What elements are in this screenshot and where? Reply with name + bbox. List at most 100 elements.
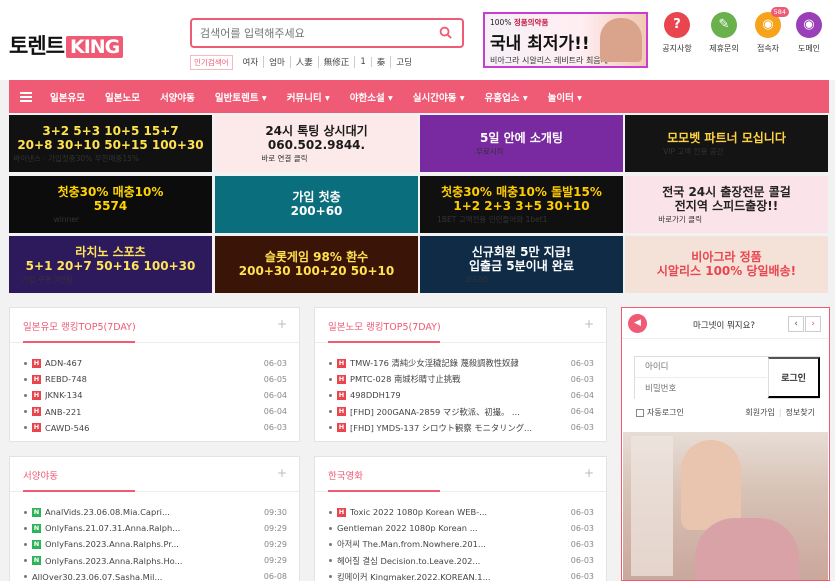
post-title[interactable]: CAWD-546 <box>45 423 258 433</box>
panel-title[interactable]: 한국영화 <box>328 468 363 482</box>
ad-banner[interactable]: 비아그라 정품 시알리스 100% 당일배송! <box>625 236 828 293</box>
nav-item-general-torrent[interactable]: 일반토렌트 ▾ <box>205 90 277 104</box>
quick-link-visitors[interactable]: ◉ 584 접속자 <box>748 7 789 54</box>
search-icon[interactable] <box>439 26 452 39</box>
sidebar-ad-image[interactable] <box>623 432 828 580</box>
more-icon[interactable]: + <box>584 466 594 480</box>
nav-item-jav-censored[interactable]: 일본유모 <box>40 90 95 104</box>
list-item[interactable]: 아저씨 The.Man.from.Nowhere.201... 06-03 <box>329 536 594 552</box>
more-icon[interactable]: + <box>584 317 594 331</box>
more-icon[interactable]: + <box>277 317 287 331</box>
post-title[interactable]: Gentleman 2022 1080p Korean ... <box>337 523 565 533</box>
popular-keyword[interactable]: 1 <box>355 57 372 67</box>
post-title[interactable]: OnlyFans.21.07.31.Anna.Ralph... <box>45 523 258 533</box>
post-title[interactable]: 498DDH179 <box>350 390 565 400</box>
list-item[interactable]: H JKNK-134 06-04 <box>24 387 287 403</box>
list-item[interactable]: H [FHD] YMDS-137 シロウト観察 モニタリング... 06-03 <box>329 420 594 436</box>
nav-item-community[interactable]: 커뮤니티 ▾ <box>277 90 340 104</box>
ad-banner[interactable]: 24시 톡팅 상시대기 060.502.9844. 바로 연결 클릭 <box>215 115 418 172</box>
ad-banner[interactable]: 5일 안에 소개팅 무료시작 <box>420 115 623 172</box>
list-item[interactable]: H 498DDH179 06-04 <box>329 387 594 403</box>
list-item[interactable]: AllOver30.23.06.07.Sasha.Mil... 06-08 <box>24 569 287 581</box>
quick-link-partnership[interactable]: ✎ 제휴문의 <box>704 12 744 54</box>
panel-title[interactable]: 일본유모 랭킹TOP5(7DAY) <box>23 319 136 333</box>
list-item[interactable]: N OnlyFans.2023.Anna.Ralphs.Pr... 09:29 <box>24 536 287 552</box>
list-item[interactable]: H REBD-748 06-05 <box>24 371 287 387</box>
ad-banner[interactable]: 슬롯게임 98% 환수 200+30 100+20 50+10 <box>215 236 418 293</box>
more-icon[interactable]: + <box>277 466 287 480</box>
new-badge: N <box>32 523 41 533</box>
panel-korean-movies: 한국영화 + H Toxic 2022 1080p Korean WEB-... 0… <box>314 456 607 581</box>
post-title[interactable]: ANB-221 <box>45 407 258 417</box>
list-item[interactable]: H [FHD] 200GANA-2859 マジ軟派、初撮。 ... 06-04 <box>329 404 594 420</box>
post-title[interactable]: PMTC-028 南城杉睛寸止挑戰 <box>350 373 565 385</box>
popular-keyword[interactable]: 고딩 <box>391 56 417 68</box>
post-title[interactable]: AllOver30.23.06.07.Sasha.Mil... <box>32 572 258 581</box>
next-arrow-icon[interactable]: › <box>805 316 821 332</box>
list-item[interactable]: H ADN-467 06-03 <box>24 355 287 371</box>
quick-link-domain[interactable]: ◉ 도메인 <box>789 12 829 54</box>
post-title[interactable]: 아저씨 The.Man.from.Nowhere.201... <box>337 538 565 550</box>
post-title[interactable]: [FHD] YMDS-137 シロウト観察 モニタリング... <box>350 422 565 434</box>
ad-banner[interactable]: 라치노 스포츠 5+1 20+7 50+16 100+30 가입 쿠폰 3만원 <box>9 236 212 293</box>
ad-banner[interactable]: 신규회원 5만 지급! 입출금 5분이내 완료 코드65 <box>420 236 623 293</box>
top-ad-banner[interactable]: 100% 정품의약품 국내 최저가!! 비아그라 시알리스 레비트라 최음제 <box>483 12 648 68</box>
post-title[interactable]: OnlyFans.2023.Anna.Ralphs.Ho... <box>45 556 258 566</box>
post-title[interactable]: AnalVids.23.06.08.Mia.Capri... <box>45 507 258 517</box>
login-button[interactable]: 로그인 <box>768 357 820 398</box>
ad-banner[interactable]: 모모벳 파트너 모십니다 VIP 고액 전용 공간 <box>625 115 828 172</box>
post-title[interactable]: JKNK-134 <box>45 390 258 400</box>
post-title[interactable]: TMW-176 清純少女淫穢記錄 蔑殺調教性奴隷 <box>350 357 565 369</box>
nav-item-entertainment[interactable]: 유흥업소 ▾ <box>475 90 538 104</box>
post-title[interactable]: [FHD] 200GANA-2859 マジ軟派、初撮。 ... <box>350 406 565 418</box>
list-item[interactable]: N AnalVids.23.06.08.Mia.Capri... 09:30 <box>24 504 287 520</box>
post-title[interactable]: REBD-748 <box>45 374 258 384</box>
popular-keyword[interactable]: 여자 <box>238 56 265 68</box>
nav-item-western[interactable]: 서양야동 <box>150 90 205 104</box>
top-ad-products: 비아그라 시알리스 레비트라 최음제 <box>490 56 609 65</box>
post-title[interactable]: ADN-467 <box>45 358 258 368</box>
ad-banner[interactable]: 첫충30% 매충10% 돌발15% 1+2 2+3 3+5 30+10 1BET … <box>420 176 623 233</box>
menu-icon[interactable] <box>20 91 32 102</box>
login-notice-title[interactable]: 마그넷이 뭐지요? <box>693 319 755 331</box>
site-logo[interactable]: 토렌트 KING <box>9 30 124 60</box>
panel-title[interactable]: 일본노모 랭킹TOP5(7DAY) <box>328 319 441 333</box>
panel-title[interactable]: 서양야동 <box>23 468 58 482</box>
list-item[interactable]: H Toxic 2022 1080p Korean WEB-... 06-03 <box>329 504 594 520</box>
post-title[interactable]: 헤어질 결심 Decision.to.Leave.202... <box>337 555 565 567</box>
post-title[interactable]: OnlyFans.2023.Anna.Ralphs.Pr... <box>45 539 258 549</box>
nav-item-playground[interactable]: 놀이터 ▾ <box>538 90 592 104</box>
list-item[interactable]: H ANB-221 06-04 <box>24 404 287 420</box>
popular-keyword[interactable]: 秦 <box>372 56 392 68</box>
password-field[interactable] <box>635 378 767 399</box>
search-input[interactable] <box>200 24 430 43</box>
nav-item-live[interactable]: 실시간야동 ▾ <box>403 90 475 104</box>
join-link[interactable]: 회원가입 <box>745 408 774 417</box>
find-account-link[interactable]: 정보찾기 <box>786 408 815 417</box>
post-title[interactable]: Toxic 2022 1080p Korean WEB-... <box>350 507 565 517</box>
ad-banner[interactable]: 첫충30% 매충10% 5574 winner <box>9 176 212 233</box>
nav-item-novels[interactable]: 야한소설 ▾ <box>340 90 403 104</box>
list-item[interactable]: Gentleman 2022 1080p Korean ... 06-03 <box>329 520 594 536</box>
auto-login-checkbox[interactable] <box>636 408 644 417</box>
ad-banner[interactable]: 가입 첫충 200+60 <box>215 176 418 233</box>
post-title[interactable]: 킹메이커 Kingmaker.2022.KOREAN.1... <box>337 571 565 581</box>
post-date: 09:29 <box>263 539 287 549</box>
username-field[interactable] <box>635 357 767 378</box>
popular-keyword[interactable]: 엄마 <box>264 56 291 68</box>
ad-banner[interactable]: 전국 24시 출장전문 콜걸 전지역 스피드출장!! 바로가기 클릭 <box>625 176 828 233</box>
list-item[interactable]: N OnlyFans.21.07.31.Anna.Ralph... 09:29 <box>24 520 287 536</box>
ad-banner[interactable]: 3+2 5+3 10+5 15+7 20+8 30+10 50+15 100+3… <box>9 115 212 172</box>
prev-arrow-icon[interactable]: ‹ <box>788 316 804 332</box>
list-item[interactable]: 킹메이커 Kingmaker.2022.KOREAN.1... 06-03 <box>329 569 594 581</box>
list-item[interactable]: H PMTC-028 南城杉睛寸止挑戰 06-03 <box>329 371 594 387</box>
list-item[interactable]: N OnlyFans.2023.Anna.Ralphs.Ho... 09:29 <box>24 553 287 569</box>
list-item[interactable]: H TMW-176 清純少女淫穢記錄 蔑殺調教性奴隷 06-03 <box>329 355 594 371</box>
list-item[interactable]: 헤어질 결심 Decision.to.Leave.202... 06-03 <box>329 553 594 569</box>
popular-keyword[interactable]: 人妻 <box>291 56 319 68</box>
auto-login[interactable]: 자동로그인 <box>636 407 684 418</box>
popular-keyword[interactable]: 無修正 <box>319 56 356 68</box>
nav-item-jav-uncensored[interactable]: 일본노모 <box>95 90 150 104</box>
list-item[interactable]: H CAWD-546 06-03 <box>24 420 287 436</box>
quick-link-notice[interactable]: ? 공지사항 <box>657 12 697 54</box>
